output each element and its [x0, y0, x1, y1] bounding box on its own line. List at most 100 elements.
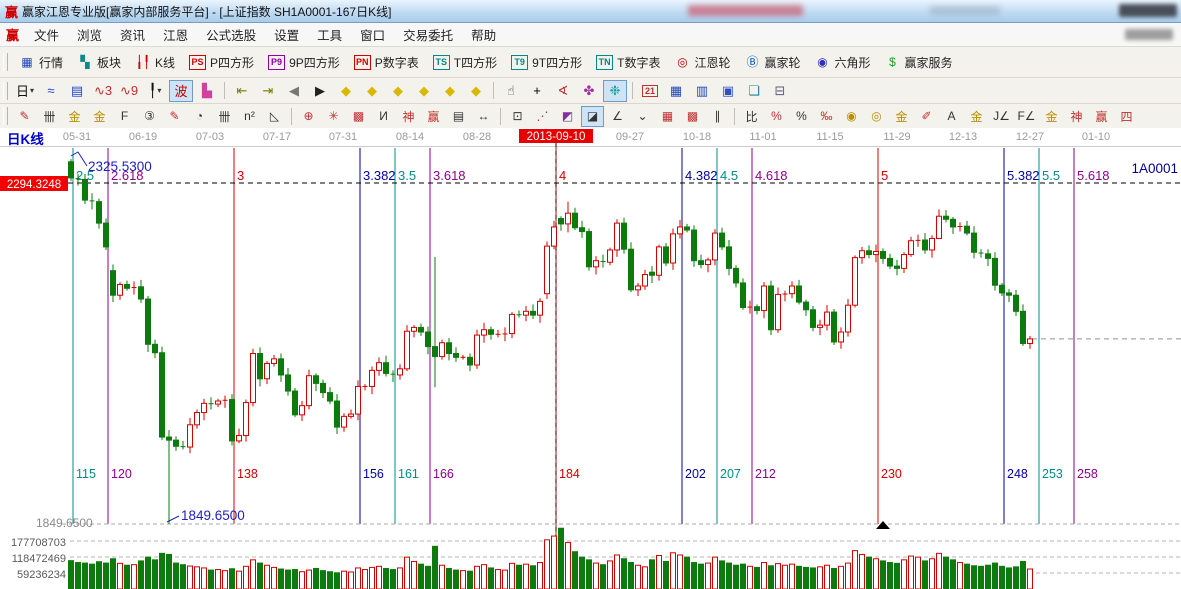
- diamond-shift-right-icon[interactable]: ◆: [360, 80, 384, 102]
- print-icon[interactable]: ⊟: [768, 80, 792, 102]
- f-angle-icon[interactable]: F∠: [1015, 106, 1038, 127]
- menu-item-8[interactable]: 交易委托: [394, 25, 462, 44]
- toolbar-button-p-number-table[interactable]: PNP数字表: [347, 50, 426, 74]
- si-angle-icon[interactable]: 四: [1115, 106, 1138, 127]
- web-square-icon[interactable]: ▩: [347, 106, 370, 127]
- bar-width-icon[interactable]: ↔: [472, 106, 495, 127]
- fan-box-icon[interactable]: ◩: [556, 106, 579, 127]
- wave-9-icon[interactable]: ∿9: [117, 80, 141, 102]
- wave-count-icon[interactable]: ❉: [603, 80, 627, 102]
- wave-3-icon[interactable]: ∿3: [91, 80, 115, 102]
- angle-pair-icon[interactable]: ∠: [606, 106, 629, 127]
- crosshair-icon[interactable]: +: [525, 80, 549, 102]
- diamond-shift-left-icon[interactable]: ◆: [334, 80, 358, 102]
- menu-item-7[interactable]: 窗口: [351, 25, 394, 44]
- menu-item-2[interactable]: 资讯: [111, 25, 154, 44]
- grid-hash-icon[interactable]: 卌: [38, 106, 61, 127]
- gann-fan-icon[interactable]: ⋰: [531, 106, 554, 127]
- period-day-icon[interactable]: 日▾: [13, 80, 37, 102]
- diamond-zoom-out-icon[interactable]: ◆: [464, 80, 488, 102]
- jump-last-icon[interactable]: ⇥: [256, 80, 280, 102]
- gold-lines-icon[interactable]: 金: [890, 106, 913, 127]
- menu-item-3[interactable]: 江恩: [154, 25, 197, 44]
- pan-hand-icon[interactable]: ☝: [499, 80, 523, 102]
- save-icon[interactable]: ▣: [716, 80, 740, 102]
- diamond-compress-x-icon[interactable]: ◆: [412, 80, 436, 102]
- net-chart-icon[interactable]: ≈: [39, 80, 63, 102]
- mark-purple-icon[interactable]: ✤: [577, 80, 601, 102]
- shen-grid-icon[interactable]: 神: [397, 106, 420, 127]
- angle-ruler-icon[interactable]: ◺: [263, 106, 286, 127]
- candle-style-dropdown-arrow[interactable]: ▾: [157, 86, 161, 95]
- mdi-window-controls-blurred[interactable]: [1125, 29, 1173, 40]
- info-doc-icon[interactable]: ▤: [65, 80, 89, 102]
- percent-icon[interactable]: %: [790, 106, 813, 127]
- j-angle-icon[interactable]: J∠: [990, 106, 1013, 127]
- time-circle-icon[interactable]: ◔: [188, 106, 211, 127]
- notes-icon[interactable]: ▥: [690, 80, 714, 102]
- calculator-icon[interactable]: ▦: [664, 80, 688, 102]
- menu-item-0[interactable]: 文件: [25, 25, 68, 44]
- menu-item-1[interactable]: 浏览: [68, 25, 111, 44]
- page-next-icon[interactable]: ▶: [308, 80, 332, 102]
- speed-lines-icon[interactable]: И: [372, 106, 395, 127]
- export-chart-icon[interactable]: ❏: [742, 80, 766, 102]
- diamond-zoom-in-icon[interactable]: ◆: [438, 80, 462, 102]
- ying-angle-icon[interactable]: 赢: [1090, 106, 1113, 127]
- page-prev-icon[interactable]: ◀: [282, 80, 306, 102]
- crosshair-circle-icon[interactable]: ⊕: [297, 106, 320, 127]
- angle-measure-icon[interactable]: ∢: [551, 80, 575, 102]
- grid-hash-2-icon[interactable]: 卌: [213, 106, 236, 127]
- shen-angle-icon[interactable]: 神: [1065, 106, 1088, 127]
- gold-grid-2-icon[interactable]: 金: [88, 106, 111, 127]
- menu-item-5[interactable]: 设置: [265, 25, 308, 44]
- gold-grid-1-icon[interactable]: 金: [63, 106, 86, 127]
- period-day-dropdown-arrow[interactable]: ▾: [30, 86, 34, 95]
- toolbar-button-sectors[interactable]: ▚板块: [70, 50, 128, 74]
- diamond-expand-x-icon[interactable]: ◆: [386, 80, 410, 102]
- kline-chart[interactable]: 05-3106-1907-0307-1707-3108-1408-282013-…: [0, 128, 1181, 589]
- red-grid-2-icon[interactable]: ▩: [681, 106, 704, 127]
- draw-pencil-2-icon[interactable]: ✎: [163, 106, 186, 127]
- jump-first-icon[interactable]: ⇤: [230, 80, 254, 102]
- a-wave-icon[interactable]: A: [940, 106, 963, 127]
- percent-triangle-icon[interactable]: %: [765, 106, 788, 127]
- ratio-tool-icon[interactable]: 比: [740, 106, 763, 127]
- toolbar-button-t-number-table[interactable]: TNT数字表: [589, 50, 667, 74]
- toolbar-button-winner-service[interactable]: $赢家服务: [878, 50, 960, 74]
- toolbar-button-t-square[interactable]: TST四方形: [426, 50, 504, 74]
- title-bar[interactable]: 赢 赢家江恩专业版[赢家内部服务平台] - [上证指数 SH1A0001-167…: [0, 0, 1181, 23]
- toolbar-button-gann-wheel[interactable]: ◎江恩轮: [667, 50, 737, 74]
- f-grid-icon[interactable]: F: [113, 106, 136, 127]
- grid-123-icon[interactable]: ▤: [447, 106, 470, 127]
- toolbar-button-p-square[interactable]: PSP四方形: [182, 50, 261, 74]
- menu-item-6[interactable]: 工具: [308, 25, 351, 44]
- toolbar-button-quotes[interactable]: ▦行情: [12, 50, 70, 74]
- ying-grid-icon[interactable]: 赢: [422, 106, 445, 127]
- gold-circle-2-icon[interactable]: ◎: [865, 106, 888, 127]
- window-controls-blurred[interactable]: [1119, 4, 1177, 17]
- menu-item-4[interactable]: 公式选股: [197, 25, 265, 44]
- wave-v-icon[interactable]: ⌄: [631, 106, 654, 127]
- n-square-icon[interactable]: n²: [238, 106, 261, 127]
- parallel-lines-icon[interactable]: ∥: [706, 106, 729, 127]
- gold-circle-icon[interactable]: ◉: [840, 106, 863, 127]
- toolbar-button-9p-square[interactable]: P99P四方形: [261, 50, 347, 74]
- fan-box-2-icon[interactable]: ◪: [581, 106, 604, 127]
- toolbar-button-winner-wheel[interactable]: Ⓑ赢家轮: [737, 50, 807, 74]
- candle-style-icon[interactable]: ╿▾: [143, 80, 167, 102]
- toolbar-button-kline[interactable]: ╽╿K线: [128, 50, 182, 74]
- toolbar-button-hexagon[interactable]: ◉六角形: [808, 50, 878, 74]
- percent-lines-icon[interactable]: ‰: [815, 106, 838, 127]
- menu-item-9[interactable]: 帮助: [462, 25, 505, 44]
- spiral-3-icon[interactable]: ③: [138, 106, 161, 127]
- pencil-lines-icon[interactable]: ✐: [915, 106, 938, 127]
- red-grid-icon[interactable]: ▦: [656, 106, 679, 127]
- gold-angle-icon[interactable]: 金: [1040, 106, 1063, 127]
- calendar-21-icon[interactable]: 21: [638, 80, 662, 102]
- bo-tool-icon[interactable]: 波: [169, 80, 193, 102]
- toolbar-button-9t-square[interactable]: T99T四方形: [504, 50, 589, 74]
- gold-underline-icon[interactable]: 金: [965, 106, 988, 127]
- draw-pencil-icon[interactable]: ✎: [13, 106, 36, 127]
- box-tool-icon[interactable]: ⊡: [506, 106, 529, 127]
